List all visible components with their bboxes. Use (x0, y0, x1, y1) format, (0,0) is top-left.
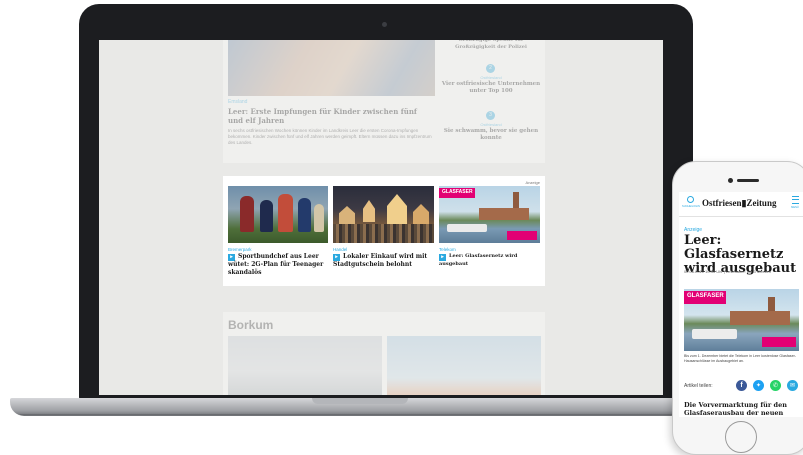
promo-card-2-badge-icon: ▸ (333, 254, 340, 261)
promo-card-3-kicker: Telekom (439, 247, 456, 252)
promo-card-3-badge-icon: ▸ (439, 254, 446, 261)
promo-card-2-title-text: Lokaler Einkauf wird mit Stadtgutschein … (333, 253, 428, 268)
phone-camera (728, 178, 733, 183)
promo-card-2[interactable]: Handel ▸ Lokaler Einkauf wird mit Stadtgu… (333, 186, 434, 269)
ranked-item-1-title[interactable]: Großzügige Spende für Großzügigkeit der … (441, 40, 541, 51)
phone-header: SUCHE/LOGIN Ostfriesen▮Zeitung MENÜ (679, 192, 803, 217)
top-article-teaser: In sechs ostfriesischen Wochen können Ki… (228, 128, 432, 145)
ranked-item-3-kicker: Ostfriesland (480, 122, 502, 127)
search-login-label: SUCHE/LOGIN (682, 205, 700, 208)
ranked-item-2-kicker: Ostfriesland (480, 75, 502, 80)
ranked-item-3-title[interactable]: Sie schwamm, bevor sie gehen konnte (441, 128, 541, 142)
share-email-button[interactable]: ✉ (787, 380, 798, 391)
site-logo[interactable]: Ostfriesen▮Zeitung (702, 198, 776, 209)
laptop-camera (382, 22, 387, 27)
promo-card-3-title-text: Leer: Glasfasernetz wird ausgebaut (439, 253, 518, 267)
menu-button[interactable]: MENÜ (789, 196, 801, 209)
phone-home-button[interactable] (725, 421, 757, 453)
promo-card-1-kicker: Bremerpark (228, 247, 252, 252)
ranked-item-3-number: 3 (486, 111, 495, 120)
phone-article-meta: 02.06.2021 10:35 Uhr | Lesedauer: ca. 3 … (684, 269, 772, 274)
share-whatsapp-button[interactable]: ✆ (770, 380, 781, 391)
anzeige-label: Anzeige (525, 180, 540, 185)
phone-ad-brand: GLASFASER (687, 293, 724, 299)
laptop-screen: Emsland Leer: Erste Impfungen für Kinder… (99, 40, 663, 395)
promo-card-1-title-text: Sportbundchef aus Leer wütet: 2G-Plan fü… (228, 253, 324, 276)
menu-label: MENÜ (791, 206, 799, 209)
promo-card-1-badge-icon: ▸ (228, 254, 235, 261)
promo-card-3-title: ▸ Leer: Glasfasernetz wird ausgebaut (439, 253, 540, 268)
ranked-item-2-title[interactable]: Vier ostfriesische Unternehmen unter Top… (441, 81, 541, 95)
borkum-section-title: Borkum (228, 318, 274, 332)
twitter-icon: ✦ (755, 382, 762, 389)
phone-image-caption: Bis zum 1. Dezember bietet die Telekom i… (684, 354, 796, 363)
user-icon (686, 196, 694, 203)
promo-card-2-image (333, 186, 434, 243)
phone-subheadline: Die Vorvermarktung für den Glasfaserausb… (684, 401, 787, 417)
laptop-base-edge (20, 414, 680, 415)
promo-card-2-kicker: Handel (333, 247, 348, 252)
share-facebook-button[interactable]: f (736, 380, 747, 391)
promo-card-3[interactable]: GLASFASER Telekom ▸ Leer: Glasfasernetz w… (439, 186, 540, 268)
phone-screen: SUCHE/LOGIN Ostfriesen▮Zeitung MENÜ Anze… (679, 192, 803, 417)
whatsapp-icon: ✆ (772, 382, 779, 389)
borkum-image-2[interactable] (387, 336, 541, 395)
promo-card-3-ad-brand: GLASFASER (442, 189, 473, 195)
promo-card-1[interactable]: Bremerpark ▸ Sportbundchef aus Leer wütet… (228, 186, 328, 276)
phone-hero-image[interactable]: GLASFASER (684, 289, 799, 351)
facebook-icon: f (740, 382, 743, 389)
share-label: Artikel teilen: (684, 383, 713, 389)
share-twitter-button[interactable]: ✦ (753, 380, 764, 391)
ranked-item-2-number: 2 (486, 64, 495, 73)
top-article-panel: Emsland Leer: Erste Impfungen für Kinder… (223, 40, 545, 163)
hamburger-icon (791, 196, 799, 204)
borkum-section-panel: Borkum (223, 312, 545, 395)
search-login-button[interactable]: SUCHE/LOGIN (682, 196, 700, 208)
promo-card-1-title: ▸ Sportbundchef aus Leer wütet: 2G-Plan f… (228, 253, 328, 276)
top-article-kicker: Emsland (228, 99, 248, 105)
promo-row-panel: Anzeige Bremerpark ▸ Sportbundchef aus Le… (223, 176, 545, 286)
top-article-image[interactable] (228, 40, 435, 96)
promo-card-2-title: ▸ Lokaler Einkauf wird mit Stadtgutschein… (333, 253, 434, 269)
phone-speaker (737, 179, 759, 182)
email-icon: ✉ (789, 382, 796, 389)
borkum-image-1[interactable] (228, 336, 382, 395)
ranked-list: Großzügige Spende für Großzügigkeit der … (441, 40, 541, 160)
laptop-notch (312, 398, 408, 404)
promo-card-1-image (228, 186, 328, 243)
top-article-headline[interactable]: Leer: Erste Impfungen für Kinder zwische… (228, 107, 428, 125)
promo-card-3-image: GLASFASER (439, 186, 540, 243)
